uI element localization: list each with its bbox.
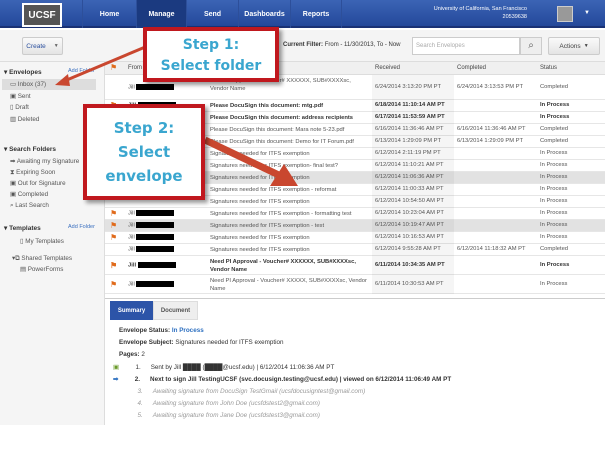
arrow-step1-head — [55, 74, 70, 86]
callout-arrows — [55, 43, 298, 186]
step1-title: Step 1: — [182, 37, 240, 53]
arrow-step1 — [61, 43, 151, 84]
step2-text1: Select — [117, 143, 171, 161]
step1-callout: Step 1: Select folder — [143, 27, 279, 82]
step1-text: Select folder — [160, 58, 262, 74]
arrow-step2 — [203, 136, 285, 181]
step2-title: Step 2: — [113, 119, 175, 137]
step2-callout: Step 2: Select envelope — [83, 104, 205, 200]
step2-text2: envelope — [105, 167, 183, 185]
